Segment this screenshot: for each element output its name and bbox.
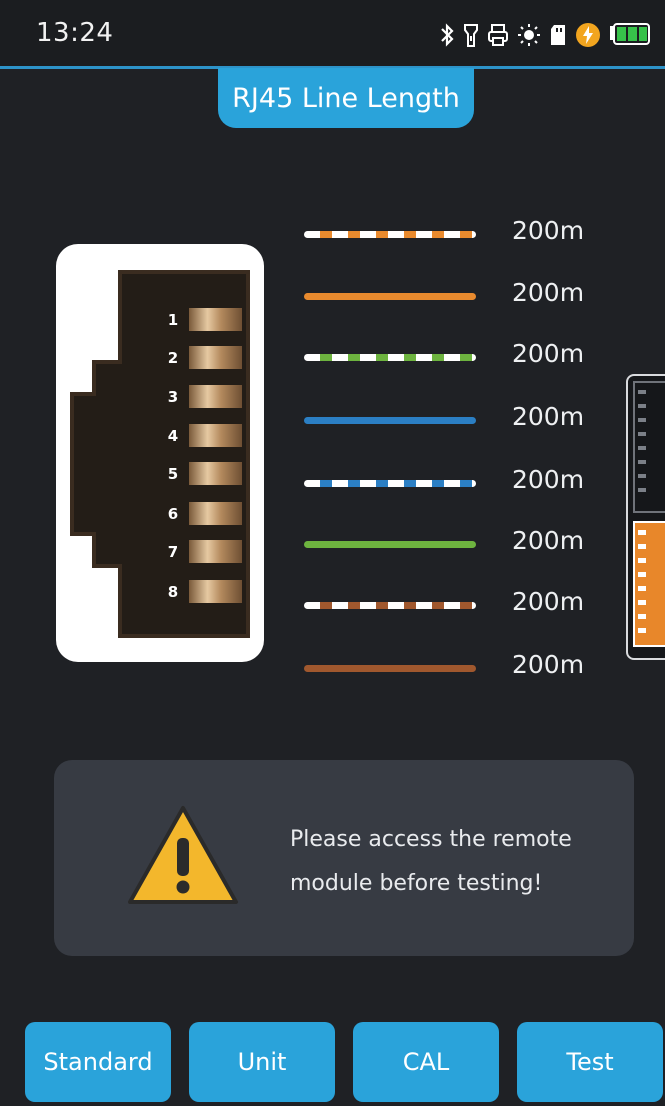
clock: 13:24 <box>36 18 114 48</box>
pin-label-7: 7 <box>167 543 179 561</box>
flashlight-icon <box>463 22 479 48</box>
wire-length-6: 200m <box>512 526 585 555</box>
wire-row-8: 200m <box>300 648 600 688</box>
cal-button[interactable]: CAL <box>353 1022 499 1102</box>
wire-length-2: 200m <box>512 278 585 307</box>
wire-length-7: 200m <box>512 587 585 616</box>
pin-label-8: 8 <box>167 583 179 601</box>
status-icons <box>439 20 651 50</box>
status-bar: 13:24 <box>0 0 665 69</box>
pin-label-1: 1 <box>167 311 179 329</box>
page-title: RJ45 Line Length <box>218 68 474 128</box>
rj45-connector-diagram: 1 2 3 4 5 6 7 8 <box>56 244 264 662</box>
pin-label-4: 4 <box>167 427 179 445</box>
wire-row-4: 200m <box>300 400 600 440</box>
test-button[interactable]: Test <box>517 1022 663 1102</box>
wire-row-6: 200m <box>300 524 600 564</box>
charging-icon <box>575 22 601 48</box>
wire-row-3: 200m <box>300 337 600 377</box>
printer-icon <box>487 22 509 48</box>
wire-line-6 <box>304 541 476 548</box>
standard-button[interactable]: Standard <box>25 1022 171 1102</box>
wire-line-4 <box>304 417 476 424</box>
warning-icon <box>128 806 238 904</box>
wire-line-7 <box>304 602 476 609</box>
wire-row-7: 200m <box>300 585 600 625</box>
pin-label-5: 5 <box>167 465 179 483</box>
remote-module-panel <box>626 374 665 660</box>
pin-label-2: 2 <box>167 349 179 367</box>
alert-text: Please access the remote module before t… <box>290 818 620 906</box>
wire-line-2 <box>304 293 476 300</box>
bluetooth-icon <box>439 22 455 48</box>
wire-line-8 <box>304 665 476 672</box>
alert-text-line-1: Please access the remote <box>290 827 572 852</box>
wire-length-1: 200m <box>512 216 585 245</box>
alert-text-line-2: module before testing! <box>290 871 543 896</box>
wire-line-1 <box>304 231 476 238</box>
wire-length-5: 200m <box>512 465 585 494</box>
wire-row-2: 200m <box>300 276 600 316</box>
wire-line-5 <box>304 480 476 487</box>
pin-label-6: 6 <box>167 505 179 523</box>
wire-row-1: 200m <box>300 214 600 254</box>
pin-label-3: 3 <box>167 388 179 406</box>
sd-card-icon <box>549 22 567 48</box>
wire-line-3 <box>304 354 476 361</box>
unit-button[interactable]: Unit <box>189 1022 335 1102</box>
rj45-jack-icon <box>70 270 250 638</box>
remote-module-icon <box>633 381 665 647</box>
wire-length-8: 200m <box>512 650 585 679</box>
wire-row-5: 200m <box>300 463 600 503</box>
alert-message-box: Please access the remote module before t… <box>54 760 634 956</box>
battery-icon <box>609 22 651 48</box>
brightness-icon <box>517 22 541 48</box>
wire-length-4: 200m <box>512 402 585 431</box>
wire-length-3: 200m <box>512 339 585 368</box>
